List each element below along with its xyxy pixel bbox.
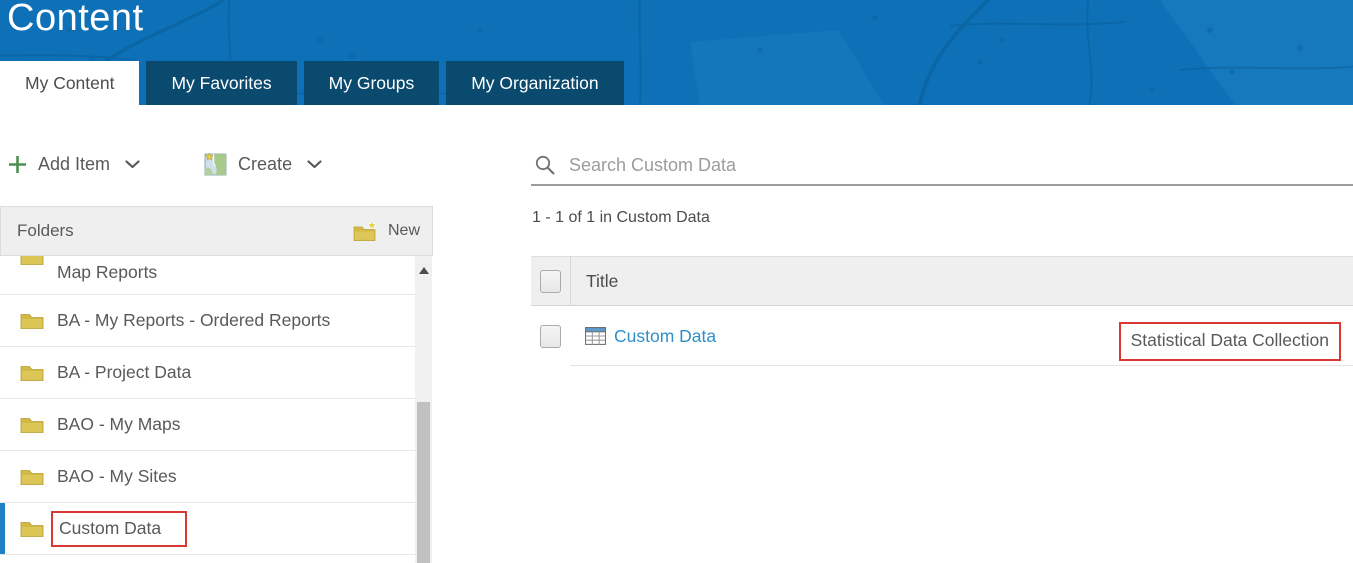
folder-item[interactable]: BA - My Reports - Ordered Reports: [0, 295, 415, 347]
folder-item-label: BAO - My Sites: [57, 466, 177, 486]
folder-item[interactable]: BAO - My Sites: [0, 451, 415, 503]
folder-icon: [20, 468, 44, 486]
folder-item[interactable]: Map Reports: [0, 256, 415, 295]
folder-icon: [20, 256, 44, 266]
new-folder-icon: [353, 220, 379, 242]
new-folder-label: New: [387, 222, 420, 239]
folder-icon: [20, 520, 44, 538]
tab[interactable]: My Groups: [303, 61, 440, 105]
chevron-down-icon: [307, 159, 322, 169]
folder-list: Map Reports BA - My Reports - Ordered Re…: [0, 256, 433, 563]
add-item-label: Add Item: [38, 153, 111, 174]
select-all-checkbox[interactable]: [540, 269, 561, 293]
search-input[interactable]: [567, 153, 1271, 177]
annotation-box: Statistical Data Collection: [1118, 322, 1341, 361]
toolbar: Add Item Create: [8, 148, 322, 180]
item-title-link[interactable]: Custom Data: [614, 326, 716, 347]
new-folder-button[interactable]: New: [353, 220, 420, 242]
select-row-checkbox[interactable]: [540, 324, 561, 348]
scrollbar-thumb[interactable]: [417, 402, 430, 563]
main-panel: 1 - 1 of 1 in Custom Data Title: [531, 0, 1353, 563]
tab-label: My Content: [25, 73, 115, 93]
table-row: Custom Data Statistical Data Collection: [531, 306, 1353, 366]
folders-panel: Folders New Map Reports BA - My Reports …: [0, 206, 433, 563]
scroll-up-arrow-icon[interactable]: [415, 264, 432, 276]
search-icon: [534, 154, 556, 176]
folder-item[interactable]: BAO - My Maps: [0, 399, 415, 451]
select-all-cell: [531, 257, 571, 305]
folder-list-scrollbar[interactable]: [415, 256, 432, 563]
folder-icon: [20, 364, 44, 382]
page-title: Content: [7, 0, 144, 39]
tab-label: My Groups: [328, 73, 415, 93]
folder-item-label: Custom Data: [51, 511, 188, 547]
items-table: Title Custom Data Statistical Data Colle…: [531, 256, 1353, 366]
folder-item-label: BA - Project Data: [57, 362, 192, 382]
folder-item[interactable]: Custom Data: [0, 503, 415, 555]
select-row-cell: [531, 306, 570, 366]
table-item-icon: [585, 327, 606, 345]
folders-title: Folders: [17, 221, 74, 240]
chevron-down-icon: [125, 159, 140, 169]
folder-item-label: BA - My Reports - Ordered Reports: [57, 310, 331, 330]
search-bar: [531, 146, 1353, 186]
column-header-title[interactable]: Title: [586, 271, 618, 292]
folder-item-label: Map Reports: [57, 261, 158, 282]
create-button[interactable]: Create: [204, 152, 322, 176]
create-label: Create: [238, 153, 293, 174]
folder-item[interactable]: BA - Project Data: [0, 347, 415, 399]
create-map-icon: [204, 152, 227, 176]
folder-icon: [20, 416, 44, 434]
tab[interactable]: My Favorites: [146, 61, 297, 105]
tab-label: My Favorites: [171, 73, 272, 93]
content-page: Content My Content My Favorites My Group…: [0, 0, 1353, 563]
folder-icon: [20, 312, 44, 330]
results-summary: 1 - 1 of 1 in Custom Data: [532, 209, 710, 226]
tab[interactable]: My Content: [0, 61, 140, 105]
add-item-button[interactable]: Add Item: [8, 154, 140, 175]
plus-icon: [8, 155, 27, 174]
folders-header: Folders New: [0, 206, 433, 256]
table-header-row: Title: [531, 256, 1353, 306]
folder-item-label: BAO - My Maps: [57, 414, 181, 434]
